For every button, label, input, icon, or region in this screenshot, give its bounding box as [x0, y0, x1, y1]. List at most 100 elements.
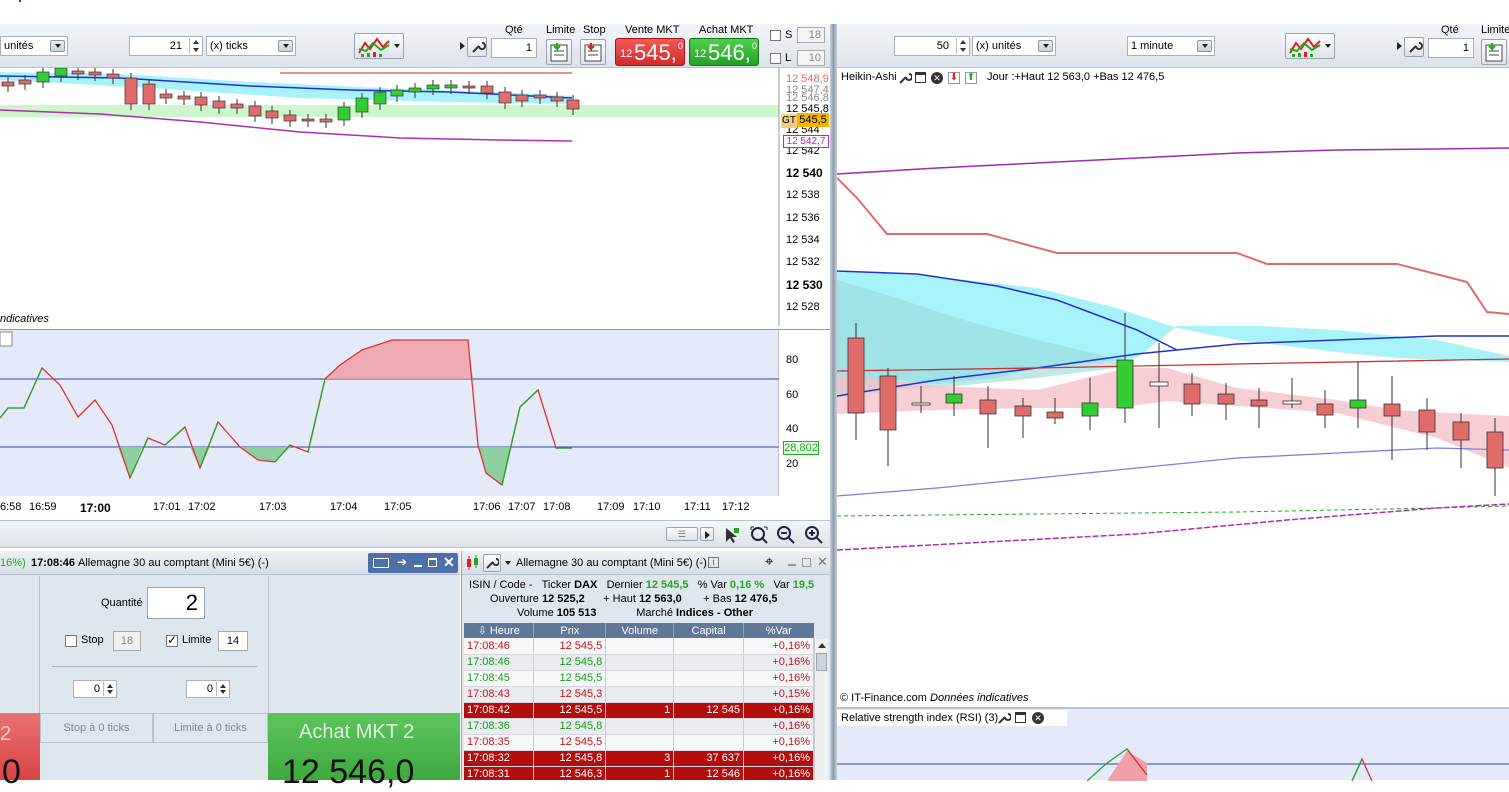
l-value-field[interactable]: 10	[797, 50, 825, 66]
wrench-button[interactable]	[467, 37, 487, 57]
limit-order-button[interactable]	[546, 39, 572, 65]
limit-offset-spinner[interactable]: 0	[186, 680, 230, 698]
interval-select[interactable]: 1 minute	[1127, 36, 1215, 56]
scroll-up-icon[interactable]	[818, 643, 826, 648]
sell-mkt-button[interactable]: 12 545, 0	[615, 38, 685, 66]
units-select[interactable]: unités	[0, 36, 68, 56]
col-capital[interactable]: Capital	[673, 623, 745, 638]
order-panel-body: Quantité 2 Stop 18 ✓ Limite 14 0 0 2 0 S…	[0, 576, 460, 791]
sell-mkt-big-button[interactable]: 2 0	[0, 713, 40, 791]
col-var[interactable]: %Var	[744, 623, 814, 638]
trade-row[interactable]: 17:08:46 12 545,5 +0,16%	[464, 638, 814, 655]
trades-scrollbar[interactable]	[814, 639, 828, 780]
qty-input[interactable]: 1	[1428, 38, 1474, 58]
trade-row[interactable]: 17:08:45 12 545,5 +0,16%	[464, 670, 814, 687]
pane-splitter[interactable]	[830, 24, 837, 780]
candle-body	[106, 73, 120, 79]
trade-row[interactable]: 17:08:43 12 545,3 +0,15%	[464, 686, 814, 703]
ticks-spinner[interactable]: 21	[129, 36, 203, 56]
zoom-fit-icon[interactable]	[749, 525, 769, 545]
units-select[interactable]: (x) unités	[972, 36, 1056, 56]
limit-ticks-text: Limite à 0 ticks	[174, 722, 247, 734]
stop-order-button[interactable]	[580, 39, 606, 65]
limit-value-field[interactable]: 14	[218, 631, 248, 651]
right-price-chart[interactable]: Heikin-Ashi ✕ ⬇ ⬆ Jour :+Haut 12 563,0 +…	[837, 68, 1509, 706]
buy-mkt-button[interactable]: 12 546, 0	[689, 38, 759, 66]
left-rsi-panel[interactable]: 80 60 40 20 28,802	[0, 329, 830, 497]
indicator-menu-button[interactable]	[1285, 33, 1335, 59]
qty-label: Qté	[505, 24, 523, 36]
trade-cell-volume	[605, 686, 675, 703]
qty-field[interactable]: 2	[147, 587, 205, 619]
left-price-chart[interactable]: 12 548,9 12 547,4 12 546,8 12 545,8 12 544 12…	[0, 68, 830, 328]
close-circle-icon[interactable]: ✕	[931, 72, 943, 84]
minimize-icon[interactable]	[788, 564, 796, 566]
spinner-arrows-icon[interactable]	[189, 38, 201, 54]
trade-row[interactable]: 17:08:35 12 545,5 +0,16%	[464, 734, 814, 751]
rsi-axis-40: 40	[786, 423, 799, 435]
qty-input[interactable]: 1	[491, 38, 537, 58]
candle-body	[301, 118, 315, 122]
zoom-out-icon[interactable]	[776, 525, 796, 545]
l-checkbox[interactable]	[770, 53, 781, 64]
scrollbar-thumb[interactable]: ☰	[666, 527, 698, 541]
col-heure[interactable]: ⇩ Heure	[464, 623, 535, 638]
time-axis-label: 16:59	[29, 501, 57, 513]
maximize-icon[interactable]	[428, 558, 437, 567]
window-icon[interactable]	[915, 72, 926, 83]
candlestick-icon[interactable]	[465, 555, 481, 571]
stop-offset-spinner[interactable]: 0	[73, 680, 117, 698]
s-checkbox[interactable]	[770, 30, 781, 41]
limit-order-button[interactable]	[1481, 39, 1507, 65]
candle-body	[426, 84, 440, 90]
arrow-down-red-icon[interactable]: ⬇	[948, 72, 960, 84]
candle-body	[319, 118, 333, 123]
time-axis-label: 17:11	[684, 501, 711, 513]
wrench-button[interactable]	[1404, 37, 1424, 57]
col-volume[interactable]: Volume	[605, 623, 675, 638]
spinner-arrows-icon[interactable]	[103, 682, 115, 696]
collapse-arrow-icon[interactable]	[460, 42, 465, 50]
pin-icon[interactable]: ➔	[397, 555, 407, 569]
scroll-right-button[interactable]	[700, 527, 714, 541]
ticks-select[interactable]: (x) ticks	[206, 36, 296, 56]
trade-row[interactable]: 17:08:36 12 545,8 +0,16%	[464, 718, 814, 735]
close-icon[interactable]: ✕	[817, 554, 828, 570]
spinner-arrows-icon[interactable]	[956, 38, 968, 54]
trade-row[interactable]: 17:08:46 12 545,8 +0,16%	[464, 654, 814, 671]
right-rsi-panel[interactable]: Relative strength index (RSI) (3) ✕	[837, 707, 1509, 781]
buy-mkt-big-button[interactable]: Achat MKT 2 12 546,0	[268, 713, 460, 791]
s-value-field[interactable]: 18	[797, 27, 825, 43]
maximize-icon[interactable]	[802, 558, 811, 567]
corner-marker	[19, 0, 21, 2]
ha-candle-body	[1116, 359, 1134, 409]
arrow-up-green-icon[interactable]: ⬆	[965, 72, 977, 84]
indicator-menu-button[interactable]	[354, 33, 404, 59]
trade-row[interactable]: 17:08:31 12 546,3 1 12 546 +0,16%	[464, 766, 814, 780]
stop-checkbox[interactable]	[65, 635, 77, 647]
keyboard-icon[interactable]	[373, 558, 389, 568]
trade-row[interactable]: 17:08:42 12 545,5 1 12 545 +0,16%	[464, 702, 814, 719]
zoom-in-icon[interactable]	[804, 525, 824, 545]
wrench-icon[interactable]	[997, 711, 1011, 725]
candle-body	[36, 71, 50, 83]
limit-checkbox[interactable]: ✓	[166, 633, 178, 647]
wrench-button[interactable]	[483, 554, 501, 572]
units-spinner[interactable]: 50	[894, 36, 970, 56]
cursor-tool-icon[interactable]	[722, 525, 742, 545]
collapse-arrow-icon[interactable]	[1397, 42, 1402, 50]
cursor-icon[interactable]: ⌖	[765, 553, 773, 570]
col-prix[interactable]: Prix	[533, 623, 607, 638]
spinner-arrows-icon[interactable]	[216, 682, 228, 696]
scrollbar-thumb[interactable]	[816, 653, 827, 671]
trade-row[interactable]: 17:08:32 12 545,8 3 37 637 +0,16%	[464, 750, 814, 767]
trade-cell-time: 17:08:36	[464, 718, 535, 735]
close-icon[interactable]: ✕	[443, 554, 455, 571]
info-icon[interactable]: i	[708, 557, 719, 568]
minimize-icon[interactable]	[414, 565, 422, 567]
window-icon[interactable]	[1015, 712, 1026, 723]
wrench-icon[interactable]	[898, 71, 912, 85]
close-circle-icon[interactable]: ✕	[1032, 712, 1044, 724]
chevron-down-icon[interactable]	[505, 561, 511, 565]
stop-value-field[interactable]: 18	[113, 631, 141, 651]
